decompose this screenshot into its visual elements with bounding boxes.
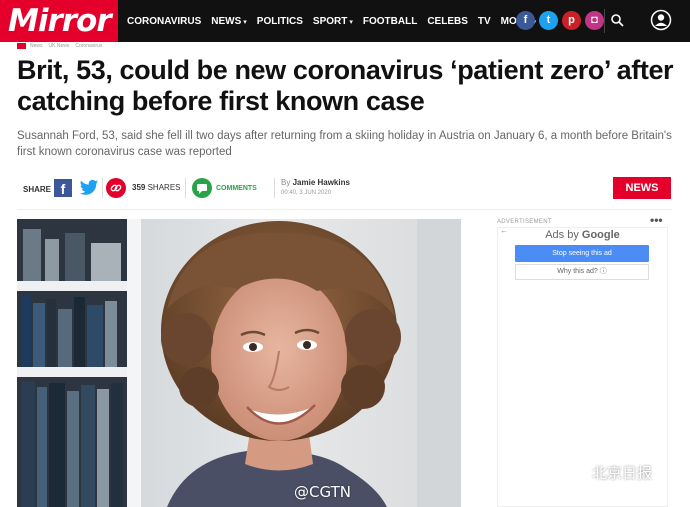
share-link-icon[interactable] — [106, 178, 126, 198]
account-button[interactable] — [650, 9, 674, 33]
chevron-down-icon: ▾ — [243, 18, 247, 26]
search-button[interactable] — [604, 9, 628, 33]
mirror-logo[interactable]: Mirror — [0, 0, 118, 42]
article-photo — [17, 219, 461, 507]
top-navigation: Mirror CORONAVIRUS NEWS ▾ POLITICS SPORT ▾ FOO… — [0, 0, 690, 42]
portrait-image — [17, 219, 461, 507]
beijing-daily-watermark: 北京日报 — [560, 462, 652, 483]
share-bar: SHARE f 359 SHARES COMMENTS By Jamie Haw… — [17, 174, 672, 202]
article-standfirst: Susannah Ford, 53, said she fell ill two… — [17, 130, 672, 158]
more-options-icon[interactable]: ••• — [650, 213, 663, 227]
publish-date: 00:40, 3 JUN 2020 — [281, 190, 332, 196]
facebook-icon[interactable]: f — [516, 11, 535, 30]
section-badge[interactable]: NEWS — [613, 177, 671, 199]
author-link[interactable]: Jamie Hawkins — [293, 178, 350, 187]
twitter-share-button[interactable] — [79, 179, 99, 197]
breadcrumb: News UK News Coronavirus — [17, 43, 108, 49]
instagram-icon[interactable]: ◘ — [585, 11, 604, 30]
why-this-ad-button[interactable]: Why this ad? ⓘ — [515, 264, 649, 280]
divider — [102, 178, 103, 198]
share-count: 359 SHARES — [132, 183, 181, 192]
nav-item-politics[interactable]: POLITICS — [257, 16, 303, 27]
article-headline: Brit, 53, could be new coronavirus ‘pati… — [17, 55, 674, 116]
social-links: f t p ◘ — [516, 11, 608, 30]
nav-item-celebs[interactable]: CELEBS — [427, 16, 468, 27]
stop-seeing-ad-button[interactable]: Stop seeing this ad — [515, 245, 649, 262]
divider — [185, 178, 186, 198]
weibo-watermark: @CGTN — [294, 483, 351, 501]
byline: By Jamie Hawkins — [281, 178, 350, 187]
twitter-icon[interactable]: t — [539, 11, 558, 30]
chevron-down-icon: ▾ — [349, 18, 353, 26]
pinterest-icon[interactable]: p — [562, 11, 581, 30]
twitter-icon — [79, 179, 99, 195]
divider — [274, 178, 275, 198]
home-icon[interactable] — [17, 43, 26, 49]
share-label: SHARE — [23, 185, 52, 194]
nav-item-football[interactable]: FOOTBALL — [363, 16, 417, 27]
breadcrumb-item[interactable]: Coronavirus — [75, 43, 102, 49]
comments-link[interactable]: COMMENTS — [216, 185, 257, 192]
breadcrumb-item[interactable]: News — [30, 43, 43, 49]
comments-icon[interactable] — [192, 178, 212, 198]
advertisement-label: ADVERTISEMENT — [497, 219, 552, 225]
wechat-icon — [560, 462, 586, 482]
user-icon — [650, 9, 672, 31]
nav-menu: CORONAVIRUS NEWS ▾ POLITICS SPORT ▾ FOOTBALL CE… — [127, 0, 546, 42]
breadcrumb-item[interactable]: UK News — [49, 43, 70, 49]
nav-item-news[interactable]: NEWS ▾ — [211, 16, 247, 27]
search-icon — [611, 14, 624, 27]
ads-by-google: Ads by Google — [545, 229, 620, 241]
nav-item-sport[interactable]: SPORT ▾ — [313, 16, 353, 27]
nav-item-coronavirus[interactable]: CORONAVIRUS — [127, 16, 201, 27]
nav-item-tv[interactable]: TV — [478, 16, 491, 27]
facebook-share-button[interactable]: f — [54, 179, 72, 197]
divider — [17, 209, 672, 210]
